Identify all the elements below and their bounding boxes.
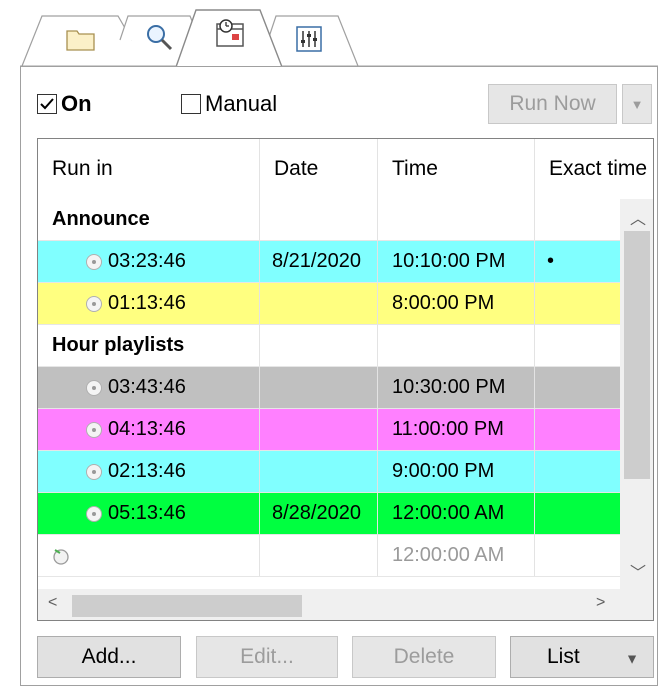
exact-time-cell [535, 367, 620, 408]
table-row[interactable]: 12:00:00 AM [38, 535, 620, 577]
group-row[interactable]: Hour playlists [38, 325, 620, 367]
check-icon [40, 98, 54, 110]
clock-icon [86, 505, 102, 522]
run-in-cell: 05:13:46 [38, 493, 260, 534]
add-button-label: Add... [81, 645, 137, 668]
time-cell: 10:10:00 PM [378, 241, 535, 282]
run-in-cell: 03:23:46 [38, 241, 260, 282]
tab-strip [20, 9, 658, 68]
date-cell [260, 451, 378, 492]
date-cell [260, 535, 378, 576]
run-in-cell: 03:43:46 [38, 367, 260, 408]
column-header-run-in[interactable]: Run in [38, 139, 260, 199]
edit-button[interactable]: Edit... [196, 636, 338, 678]
scroll-up-icon[interactable]: ︿ [630, 205, 646, 229]
scroll-left-icon[interactable]: < [48, 594, 57, 612]
empty-cell [378, 199, 535, 240]
column-header-date[interactable]: Date [260, 139, 378, 199]
list-button[interactable]: List ▼ [510, 636, 654, 678]
exact-time-cell [535, 283, 620, 324]
run-in-cell: 02:13:46 [38, 451, 260, 492]
date-cell: 8/28/2020 [260, 493, 378, 534]
delete-button[interactable]: Delete [352, 636, 496, 678]
list-button-label: List [547, 645, 580, 668]
exact-time-cell [535, 493, 620, 534]
run-in-cell: 04:13:46 [38, 409, 260, 450]
clock-icon [86, 463, 102, 480]
add-button[interactable]: Add... [37, 636, 181, 678]
column-header-time[interactable]: Time [378, 139, 535, 199]
horizontal-scrollbar[interactable]: < > [38, 589, 653, 620]
table-row[interactable]: 03:23:46 8/21/2020 10:10:00 PM • [38, 241, 620, 283]
date-cell [260, 283, 378, 324]
run-now-dropdown-button[interactable]: ▼ [622, 84, 652, 124]
date-cell [260, 367, 378, 408]
clock-icon [86, 379, 102, 396]
run-in-value: 02:13:46 [108, 460, 186, 482]
schedule-grid[interactable]: Run in Date Time Exact time Announce 03:… [37, 138, 654, 621]
group-title: Hour playlists [38, 325, 260, 366]
vertical-scroll-thumb[interactable] [624, 231, 650, 479]
scroll-right-icon[interactable]: > [596, 594, 605, 612]
table-row[interactable]: 01:13:46 8:00:00 PM [38, 283, 620, 325]
run-in-cell [38, 535, 260, 576]
empty-cell [260, 199, 378, 240]
table-row[interactable]: 04:13:46 11:00:00 PM [38, 409, 620, 451]
chevron-down-icon: ▼ [625, 650, 639, 667]
run-now-button[interactable]: Run Now [488, 84, 617, 124]
edit-button-label: Edit... [240, 645, 294, 668]
table-row[interactable]: 02:13:46 9:00:00 PM [38, 451, 620, 493]
group-title: Announce [38, 199, 260, 240]
add-schedule-icon [53, 548, 69, 565]
run-in-value: 04:13:46 [108, 418, 186, 440]
schedule-clock-icon [216, 19, 244, 47]
table-row[interactable]: 05:13:46 8/28/2020 12:00:00 AM [38, 493, 620, 535]
date-cell [260, 409, 378, 450]
exact-time-cell: • [547, 250, 555, 272]
date-cell: 8/21/2020 [260, 241, 378, 282]
vertical-scrollbar[interactable]: ︿ ﹀ [620, 199, 653, 589]
table-row[interactable]: 03:43:46 10:30:00 PM [38, 367, 620, 409]
time-cell: 11:00:00 PM [378, 409, 535, 450]
exact-time-cell [535, 409, 620, 450]
delete-button-label: Delete [393, 645, 455, 668]
empty-cell [260, 325, 378, 366]
empty-cell [378, 325, 535, 366]
column-header-exact-time[interactable]: Exact time [535, 139, 653, 199]
on-checkbox-box[interactable] [37, 94, 57, 114]
time-cell: 12:00:00 AM [378, 493, 535, 534]
group-row[interactable]: Announce [38, 199, 620, 241]
chevron-down-icon: ▼ [630, 96, 644, 112]
manual-checkbox-box[interactable] [181, 94, 201, 114]
time-cell: 10:30:00 PM [378, 367, 535, 408]
manual-label: Manual [205, 91, 278, 116]
clock-icon [86, 295, 102, 312]
exact-time-cell [535, 451, 620, 492]
on-checkbox[interactable]: On [37, 91, 92, 117]
manual-checkbox[interactable]: Manual [181, 91, 277, 117]
folder-icon [66, 30, 95, 51]
grid-header: Run in Date Time Exact time [38, 139, 653, 199]
search-icon [147, 25, 173, 51]
on-label: On [61, 91, 92, 116]
equalizer-icon [296, 26, 322, 52]
time-cell: 8:00:00 PM [378, 283, 535, 324]
clock-icon [86, 253, 102, 270]
run-in-value: 01:13:46 [108, 292, 186, 314]
clock-icon [86, 421, 102, 438]
horizontal-scroll-thumb[interactable] [72, 595, 302, 617]
run-in-value: 03:43:46 [108, 376, 186, 398]
time-cell: 12:00:00 AM [378, 535, 535, 576]
run-in-value: 03:23:46 [108, 250, 186, 272]
run-in-cell: 01:13:46 [38, 283, 260, 324]
time-cell: 9:00:00 PM [378, 451, 535, 492]
run-now-label: Run Now [509, 92, 596, 115]
scroll-down-icon[interactable]: ﹀ [630, 559, 646, 583]
run-in-value: 05:13:46 [108, 502, 186, 524]
